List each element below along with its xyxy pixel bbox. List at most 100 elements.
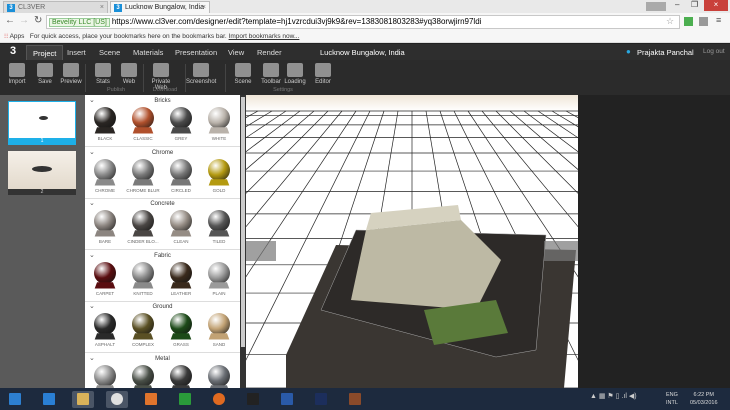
photoshop-taskbar-button[interactable] xyxy=(310,391,332,408)
material-swatch[interactable]: SAND xyxy=(201,313,237,347)
inkscape-taskbar-button[interactable] xyxy=(242,391,264,408)
material-swatch[interactable]: BLACK xyxy=(87,107,123,141)
collapse-chevron-icon[interactable]: ⌄ xyxy=(89,199,95,207)
start-icon xyxy=(9,393,21,405)
material-swatch[interactable]: WHITE xyxy=(201,107,237,141)
material-swatch[interactable]: GRASS xyxy=(163,313,199,347)
material-swatch[interactable]: CHROME BLUR xyxy=(125,158,161,193)
close-tab-icon[interactable]: × xyxy=(100,4,104,11)
material-swatch[interactable]: CIRCLED xyxy=(163,158,199,193)
material-swatch[interactable]: LEATHER xyxy=(163,261,199,296)
preview-button[interactable]: Preview xyxy=(56,63,86,85)
editor-button[interactable]: Editor xyxy=(308,63,338,85)
material-swatch[interactable]: TILED xyxy=(201,210,237,244)
back-icon[interactable]: ← xyxy=(5,15,15,26)
slide-thumbnail-2[interactable]: 2 xyxy=(8,151,76,195)
web-button[interactable]: Web xyxy=(114,63,144,85)
media-player-taskbar-button[interactable] xyxy=(140,391,162,408)
material-swatch[interactable]: KNITTED xyxy=(125,261,161,296)
material-swatch[interactable]: GREY xyxy=(163,107,199,141)
tab-cl3ver[interactable]: 3 CL3VER × xyxy=(3,1,108,13)
button-label: Toolbar xyxy=(261,79,281,85)
collapse-chevron-icon[interactable]: ⌄ xyxy=(89,251,95,259)
loading-button[interactable]: Loading xyxy=(280,63,310,85)
material-swatch[interactable]: CARPET xyxy=(87,261,123,296)
material-base xyxy=(132,127,154,134)
store-taskbar-button[interactable] xyxy=(174,391,196,408)
start-taskbar-button[interactable] xyxy=(4,391,26,408)
collapse-chevron-icon[interactable]: ⌄ xyxy=(89,302,95,310)
tab-lucknow-bungalow[interactable]: 3 Lucknow Bungalow, India × xyxy=(110,1,210,13)
browser-tab-strip: 3 CL3VER × 3 Lucknow Bungalow, India × – ❐ × xyxy=(0,0,730,13)
collapse-chevron-icon[interactable]: ⌄ xyxy=(89,148,95,156)
close-tab-icon[interactable]: × xyxy=(202,4,206,11)
extension-icon[interactable] xyxy=(699,17,708,26)
toolbar-divider xyxy=(185,64,186,92)
internet-explorer-taskbar-button[interactable] xyxy=(38,391,60,408)
screenshot-button[interactable]: Screenshot xyxy=(186,63,216,85)
user-profile-button[interactable] xyxy=(646,2,666,11)
menu-project[interactable]: Project xyxy=(26,45,64,60)
material-swatch[interactable]: GOLD xyxy=(201,158,237,193)
collapse-chevron-icon[interactable]: ⌄ xyxy=(89,354,95,362)
toolbar-divider xyxy=(143,64,144,92)
url-input[interactable]: Bevelity LLC [US] https://www.cl3ver.com/… xyxy=(46,15,680,29)
chrome-icon xyxy=(111,393,123,405)
loading-icon xyxy=(287,63,303,77)
file-explorer-taskbar-button[interactable] xyxy=(72,391,94,408)
material-swatch[interactable]: BARE xyxy=(87,210,123,244)
menu-render[interactable]: Render xyxy=(257,48,282,57)
apps-link[interactable]: Apps xyxy=(10,33,25,40)
collapse-chevron-icon[interactable]: ⌄ xyxy=(89,96,95,104)
material-swatch[interactable]: CINDER BLO... xyxy=(125,210,161,244)
chrome-taskbar-button[interactable] xyxy=(106,391,128,408)
bookmark-star-icon[interactable]: ☆ xyxy=(666,16,674,27)
word-taskbar-button[interactable] xyxy=(276,391,298,408)
material-swatch[interactable]: ASPHALT xyxy=(87,313,123,347)
menu-materials[interactable]: Materials xyxy=(133,48,163,57)
winrar-taskbar-button[interactable] xyxy=(344,391,366,408)
import-button[interactable]: Import xyxy=(2,63,32,85)
material-swatch[interactable]: CHROME xyxy=(87,158,123,193)
logout-link[interactable]: Log out xyxy=(703,48,725,55)
menu-presentation[interactable]: Presentation xyxy=(175,48,217,57)
scene-button[interactable]: Scene xyxy=(228,63,258,85)
restore-icon[interactable]: ❐ xyxy=(691,0,698,9)
category-title: Chrome xyxy=(151,149,174,156)
forward-icon[interactable]: → xyxy=(19,15,29,26)
menu-view[interactable]: View xyxy=(228,48,244,57)
extension-icon[interactable] xyxy=(684,17,693,26)
url-text: https://www.cl3ver.com/designer/edit?tem… xyxy=(111,17,482,26)
menu-icon[interactable]: ≡ xyxy=(716,15,721,25)
slide-thumbnail-1[interactable]: 1 xyxy=(8,101,76,145)
menu-insert[interactable]: Insert xyxy=(67,48,86,57)
group-label-download: Download xyxy=(152,87,178,93)
import-bookmarks-link[interactable]: Import bookmarks now... xyxy=(229,33,300,40)
clock[interactable]: 6:22 PM 05/03/2016 xyxy=(690,391,718,407)
material-swatch[interactable]: CLEAN xyxy=(163,210,199,244)
material-swatch[interactable] xyxy=(201,364,237,388)
category-title: Metal xyxy=(155,355,170,362)
apps-icon[interactable]: ⁝⁝ xyxy=(4,33,8,40)
user-name[interactable]: Prajakta Panchal xyxy=(637,48,694,57)
material-swatch[interactable] xyxy=(125,364,161,388)
system-tray-icons[interactable]: ▲ ▦ ⚑ ▯ .ıl ◀) xyxy=(590,392,637,400)
word-icon xyxy=(281,393,293,405)
scrollbar-thumb[interactable] xyxy=(241,97,245,347)
material-swatch[interactable] xyxy=(87,364,123,388)
3d-viewport[interactable] xyxy=(246,95,578,388)
minimize-icon[interactable]: – xyxy=(675,0,679,9)
material-swatch[interactable]: PLAIN xyxy=(201,261,237,296)
material-swatch[interactable]: CLASSIC xyxy=(125,107,161,141)
menu-scene[interactable]: Scene xyxy=(99,48,120,57)
material-swatch[interactable] xyxy=(163,364,199,388)
ev-certificate-badge[interactable]: Bevelity LLC [US] xyxy=(49,18,110,27)
material-base xyxy=(170,230,192,237)
language-indicator[interactable]: ENG INTL xyxy=(666,391,678,407)
cl3ver-logo[interactable]: 3 xyxy=(10,45,16,57)
firefox-taskbar-button[interactable] xyxy=(208,391,230,408)
ribbon-toolbar: Import Save Preview Stats Web Private Web Scre… xyxy=(0,60,730,95)
close-window-icon[interactable]: × xyxy=(704,0,728,11)
material-swatch[interactable]: COMPLEX xyxy=(125,313,161,347)
reload-icon[interactable]: ↻ xyxy=(34,15,42,26)
